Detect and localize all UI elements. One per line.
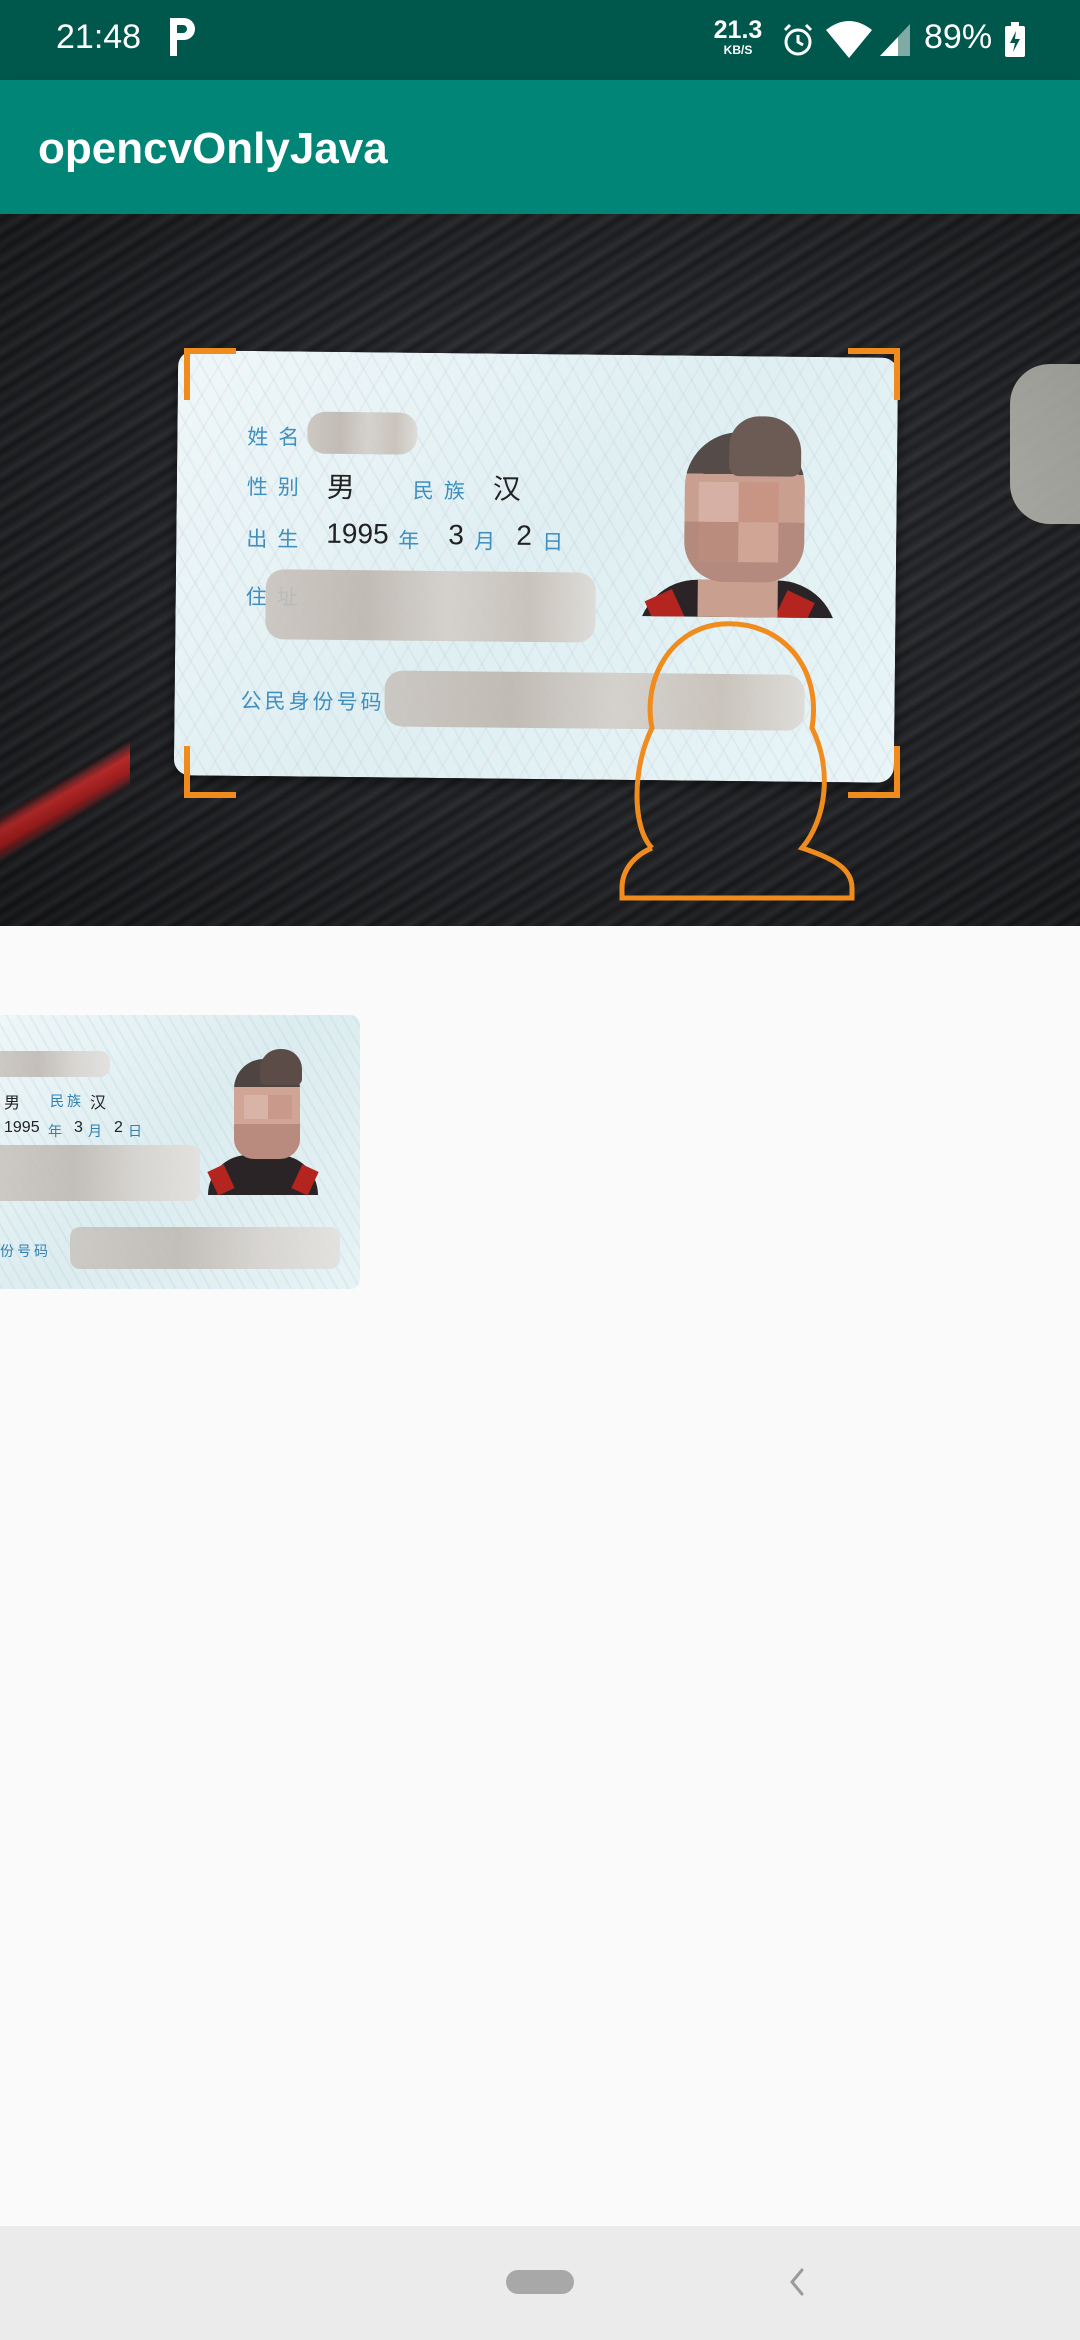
app-title: opencvOnlyJava xyxy=(38,124,388,173)
card-ethnicity-label: 民族 xyxy=(412,479,475,504)
scan-frame-corner-bottom-left xyxy=(184,746,236,798)
card-birth-year-unit: 年 xyxy=(398,529,420,553)
parking-p-icon xyxy=(170,18,195,56)
crop-birth-month-unit: 月 xyxy=(88,1123,105,1139)
crop-birth-year-unit: 年 xyxy=(48,1123,65,1139)
home-pill-icon[interactable] xyxy=(506,2270,574,2294)
alarm-icon xyxy=(783,23,813,56)
wifi-icon xyxy=(826,21,872,58)
camera-preview[interactable]: 姓名 性别 男 民族 汉 出生 1995 年 3 月 2 日 住址 公民身份号码 xyxy=(0,214,1080,926)
status-time: 21:48 xyxy=(56,18,142,56)
crop-portrait-photo xyxy=(190,1045,330,1195)
crop-birth-month: 3 xyxy=(74,1119,83,1136)
app-bar: opencvOnlyJava xyxy=(0,80,1080,214)
crop-ethnicity-value: 汉 xyxy=(90,1095,107,1112)
card-sex-value: 男 xyxy=(326,471,355,504)
card-birth-year: 1995 xyxy=(326,517,389,550)
cell-signal-icon xyxy=(880,24,910,56)
redacted-name-crop xyxy=(0,1051,110,1077)
battery-percent: 89% xyxy=(924,18,993,56)
card-sex-label: 性别 xyxy=(246,475,309,500)
card-birth-label: 出生 xyxy=(246,527,309,552)
crop-id-label: 份号码 xyxy=(0,1243,51,1259)
redacted-address-crop xyxy=(0,1145,200,1201)
redacted-id-crop xyxy=(70,1227,340,1269)
crop-sex-value: 男 xyxy=(4,1095,21,1112)
crop-birth-year: 1995 xyxy=(4,1119,40,1136)
back-chevron-icon[interactable] xyxy=(780,2262,812,2302)
face-guide-outline xyxy=(619,621,855,901)
card-birth-month: 3 xyxy=(448,519,465,551)
navigation-bar xyxy=(0,2226,1080,2340)
scan-frame-corner-top-right xyxy=(848,348,900,400)
cropped-card-result: 男 民族 汉 1995 年 3 月 2 日 份号码 xyxy=(0,1015,366,1289)
cropped-card-image: 男 民族 汉 1995 年 3 月 2 日 份号码 xyxy=(0,1015,360,1289)
card-name-label: 姓名 xyxy=(247,425,310,450)
card-birth-day-unit: 日 xyxy=(542,531,564,555)
redacted-name xyxy=(307,411,418,455)
battery-charging-icon xyxy=(1005,22,1025,57)
status-bar: 21:48 21.3 KB/S 89% xyxy=(0,0,1080,80)
crop-ethnicity-label: 民族 xyxy=(50,1093,84,1109)
scan-frame-corner-bottom-right xyxy=(848,746,900,798)
card-portrait-photo xyxy=(627,401,879,619)
redacted-address xyxy=(265,569,596,643)
crop-birth-day-unit: 日 xyxy=(128,1123,145,1139)
card-birth-month-unit: 月 xyxy=(474,530,496,554)
scan-frame-corner-top-left xyxy=(184,348,236,400)
card-ethnicity-value: 汉 xyxy=(492,473,521,505)
crop-birth-day: 2 xyxy=(114,1119,123,1136)
network-speed: 21.3 KB/S xyxy=(713,16,763,57)
card-id-label: 公民身份号码 xyxy=(240,689,385,715)
card-birth-day: 2 xyxy=(516,519,533,551)
